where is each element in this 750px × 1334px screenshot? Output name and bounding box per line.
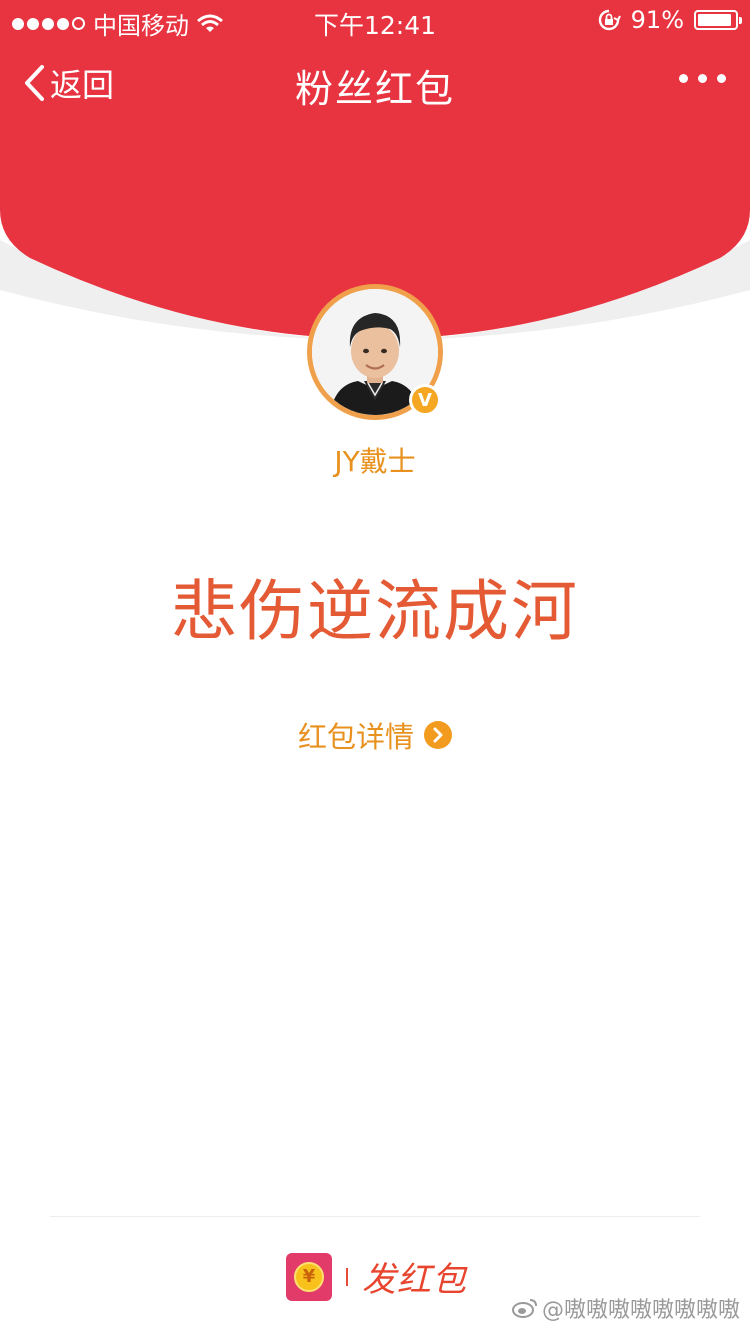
more-dots-icon[interactable] [679, 74, 726, 83]
navigation-bar: 返回 粉丝红包 [0, 44, 750, 124]
rotation-lock-icon [598, 9, 621, 31]
battery-icon [694, 10, 742, 30]
details-label: 红包详情 [297, 720, 414, 754]
username: JY戴士 [334, 445, 416, 478]
page-title: 粉丝红包 [294, 67, 455, 111]
send-label: 发红包 [362, 1260, 467, 1300]
status-right: 91% [597, 6, 742, 34]
battery-fill [698, 14, 731, 26]
red-packet-screen: 中国移动 下午12:41 91% 返回 粉丝红包 V JY戴士 悲伤逆流成河 红… [0, 0, 750, 1334]
send-separator [346, 1267, 348, 1286]
chevron-right-circle-icon [424, 721, 452, 749]
watermark-text: @嗷嗷嗷嗷嗷嗷嗷嗷 [541, 1298, 740, 1323]
red-packet-details-link[interactable]: 红包详情 [0, 714, 750, 756]
send-red-packet-button[interactable]: ¥ 发红包 [286, 1252, 467, 1301]
bottom-divider [50, 1216, 700, 1217]
red-packet-message: 悲伤逆流成河 [171, 573, 579, 650]
avatar-container: V [307, 284, 443, 420]
verified-badge-icon: V [409, 384, 441, 416]
status-bar: 中国移动 下午12:41 91% [0, 0, 750, 40]
watermark: @嗷嗷嗷嗷嗷嗷嗷嗷 [511, 1292, 740, 1324]
weibo-icon [511, 1299, 537, 1318]
coin-icon: ¥ [294, 1261, 324, 1292]
red-packet-coin-icon: ¥ [286, 1252, 332, 1301]
battery-percent: 91% [630, 6, 684, 34]
